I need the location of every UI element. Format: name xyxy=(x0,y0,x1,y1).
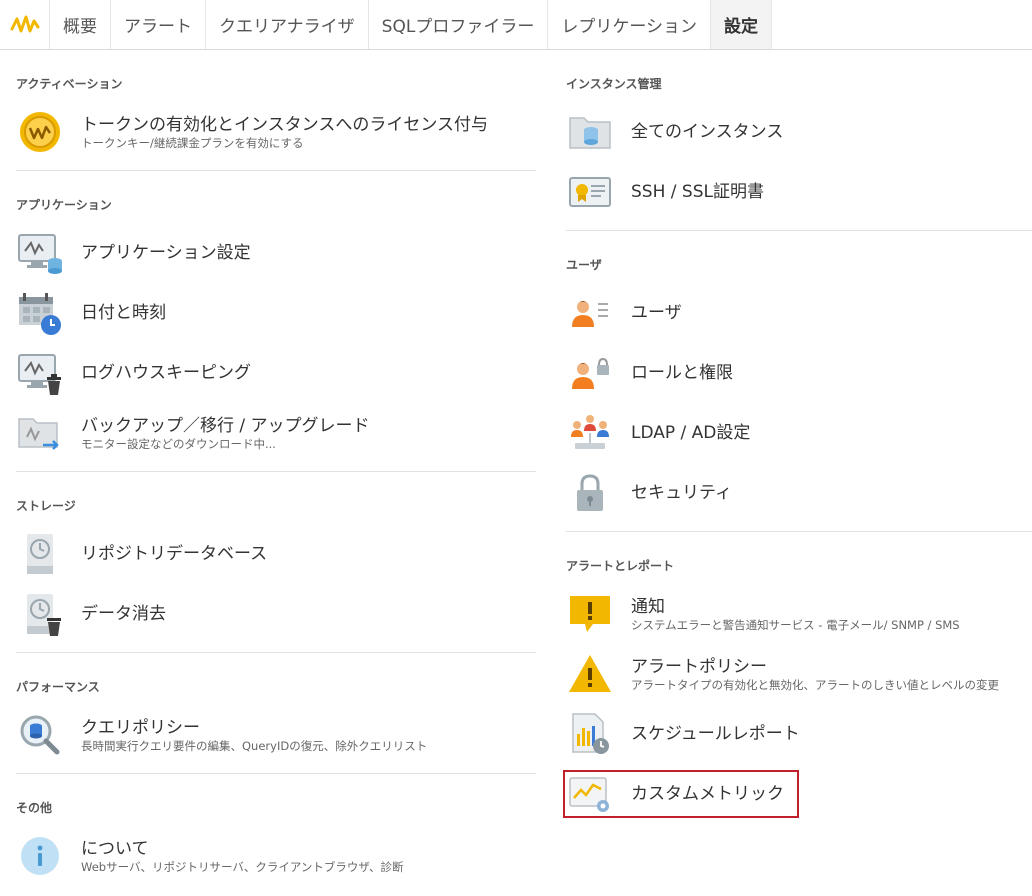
token-coin-icon xyxy=(16,108,64,156)
section-activation: アクティベーション トークンの有効化とインスタンスへのライセンス付与 トークンキ… xyxy=(16,74,536,171)
tab-overview[interactable]: 概要 xyxy=(50,0,111,49)
item-description: システムエラーと警告通知サービス - 電子メール/ SNMP / SMS xyxy=(631,617,960,632)
monitor-database-icon xyxy=(16,229,64,277)
item-label: LDAP / AD設定 xyxy=(631,423,751,443)
item-label: アプリケーション設定 xyxy=(81,243,251,263)
padlock-icon xyxy=(566,469,614,517)
menu-item-ldap-ad[interactable]: LDAP / AD設定 xyxy=(566,403,1032,463)
item-label: クエリポリシー xyxy=(81,717,200,738)
folder-database-icon xyxy=(566,108,614,156)
menu-item-query-policy[interactable]: クエリポリシー 長時間実行クエリ要件の編集、QueryIDの復元、除外クエリリス… xyxy=(16,705,536,765)
menu-item-ssh-ssl[interactable]: SSH / SSL証明書 xyxy=(566,162,1032,222)
divider xyxy=(16,773,536,774)
section-title: パフォーマンス xyxy=(16,680,100,694)
item-label: ログハウスキーピング xyxy=(81,363,251,383)
info-icon xyxy=(16,832,64,880)
item-description: トークンキー/継続課金プランを有効にする xyxy=(81,135,304,150)
section-title: アプリケーション xyxy=(16,198,112,212)
certificate-icon xyxy=(566,168,614,216)
warning-triangle-icon xyxy=(566,650,614,698)
item-label: スケジュールレポート xyxy=(631,724,800,744)
calendar-clock-icon xyxy=(16,289,64,337)
menu-item-token-activation[interactable]: トークンの有効化とインスタンスへのライセンス付与 トークンキー/継続課金プランを… xyxy=(16,102,536,162)
menu-item-security[interactable]: セキュリティ xyxy=(566,463,1032,523)
section-title: ストレージ xyxy=(16,499,76,513)
item-label: カスタムメトリック xyxy=(631,784,784,804)
menu-item-data-purge[interactable]: データ消去 xyxy=(16,584,536,644)
item-description: アラートタイプの有効化と無効化、アラートのしきい値とレベルの変更 xyxy=(631,677,999,692)
custom-metric-icon xyxy=(566,770,614,818)
menu-item-roles-permissions[interactable]: ロールと権限 xyxy=(566,343,1032,403)
divider xyxy=(566,230,1032,231)
monitor-trash-icon xyxy=(16,349,64,397)
item-label: SSH / SSL証明書 xyxy=(631,182,764,202)
tab-sql-profiler[interactable]: SQLプロファイラー xyxy=(369,0,549,49)
report-clock-icon xyxy=(566,710,614,758)
item-description: 長時間実行クエリ要件の編集、QueryIDの復元、除外クエリリスト xyxy=(81,738,428,753)
item-label: データ消去 xyxy=(81,604,166,624)
magnifier-database-icon xyxy=(16,711,64,759)
section-title: ユーザ xyxy=(566,258,602,272)
repository-trash-icon xyxy=(16,590,64,638)
menu-item-alert-policy[interactable]: アラートポリシー アラートタイプの有効化と無効化、アラートのしきい値とレベルの変… xyxy=(566,644,1032,704)
menu-item-date-time[interactable]: 日付と時刻 xyxy=(16,283,536,343)
app-logo-icon[interactable] xyxy=(0,0,50,49)
item-label: アラートポリシー xyxy=(631,656,767,677)
user-list-icon xyxy=(566,289,614,337)
item-label: トークンの有効化とインスタンスへのライセンス付与 xyxy=(81,114,488,135)
section-title: アクティベーション xyxy=(16,77,123,91)
section-application: アプリケーション アプリケーション設定 日付と時刻 ログハウスキーピング バック… xyxy=(16,195,536,472)
folder-arrow-icon xyxy=(16,409,64,457)
item-label: 日付と時刻 xyxy=(81,303,166,323)
top-nav: 概要 アラート クエリアナライザ SQLプロファイラー レプリケーション 設定 xyxy=(0,0,1032,50)
menu-item-all-instances[interactable]: 全てのインスタンス xyxy=(566,102,1032,162)
tab-query-analyzer[interactable]: クエリアナライザ xyxy=(206,0,369,49)
menu-item-users[interactable]: ユーザ xyxy=(566,283,1032,343)
item-label: リポジトリデータベース xyxy=(81,544,268,564)
item-description: Webサーバ、リポジトリサーバ、クライアントブラウザ、診断 xyxy=(81,859,404,874)
item-label: ロールと権限 xyxy=(631,363,733,383)
menu-item-application-settings[interactable]: アプリケーション設定 xyxy=(16,223,536,283)
tab-alerts[interactable]: アラート xyxy=(111,0,206,49)
user-group-icon xyxy=(566,409,614,457)
menu-item-repository-database[interactable]: リポジトリデータベース xyxy=(16,524,536,584)
menu-item-scheduled-reports[interactable]: スケジュールレポート xyxy=(566,704,1032,764)
section-title: インスタンス管理 xyxy=(566,77,662,91)
item-label: バックアップ／移行 / アップグレード xyxy=(81,415,370,436)
section-users: ユーザ ユーザ ロールと権限 LDAP / AD設定 セキュリティ xyxy=(566,255,1032,532)
item-label: について xyxy=(81,838,149,859)
section-title: その他 xyxy=(16,801,53,815)
menu-item-custom-metric[interactable]: カスタムメトリック xyxy=(563,764,1032,824)
section-alerts-reports: アラートとレポート 通知 システムエラーと警告通知サービス - 電子メール/ S… xyxy=(563,556,1032,824)
menu-item-backup-migrate[interactable]: バックアップ／移行 / アップグレード モニター設定などのダウンロード中... xyxy=(16,403,536,463)
menu-item-about[interactable]: について Webサーバ、リポジトリサーバ、クライアントブラウザ、診断 xyxy=(16,826,536,886)
menu-item-log-housekeeping[interactable]: ログハウスキーピング xyxy=(16,343,536,403)
item-label: ユーザ xyxy=(631,303,682,323)
divider xyxy=(566,531,1032,532)
left-column: アクティベーション トークンの有効化とインスタンスへのライセンス付与 トークンキ… xyxy=(16,50,536,886)
section-other: その他 について Webサーバ、リポジトリサーバ、クライアントブラウザ、診断 xyxy=(16,798,536,886)
tab-replication[interactable]: レプリケーション xyxy=(548,0,711,49)
section-storage: ストレージ リポジトリデータベース データ消去 xyxy=(16,496,536,653)
divider xyxy=(16,652,536,653)
notification-bubble-icon xyxy=(566,590,614,638)
user-lock-icon xyxy=(566,349,614,397)
section-performance: パフォーマンス クエリポリシー 長時間実行クエリ要件の編集、QueryIDの復元… xyxy=(16,677,536,774)
section-instance-management: インスタンス管理 全てのインスタンス SSH / SSL証明書 xyxy=(566,74,1032,231)
section-title: アラートとレポート xyxy=(566,559,675,573)
item-description: モニター設定などのダウンロード中... xyxy=(81,436,276,451)
divider xyxy=(16,170,536,171)
repository-history-icon xyxy=(16,530,64,578)
tab-settings[interactable]: 設定 xyxy=(711,0,772,49)
item-label: 全てのインスタンス xyxy=(631,122,784,142)
right-column: インスタンス管理 全てのインスタンス SSH / SSL証明書 ユーザ ユーザ … xyxy=(563,50,1032,824)
menu-item-notifications[interactable]: 通知 システムエラーと警告通知サービス - 電子メール/ SNMP / SMS xyxy=(566,584,1032,644)
divider xyxy=(16,471,536,472)
item-label: セキュリティ xyxy=(631,483,732,503)
item-label: 通知 xyxy=(631,596,665,617)
